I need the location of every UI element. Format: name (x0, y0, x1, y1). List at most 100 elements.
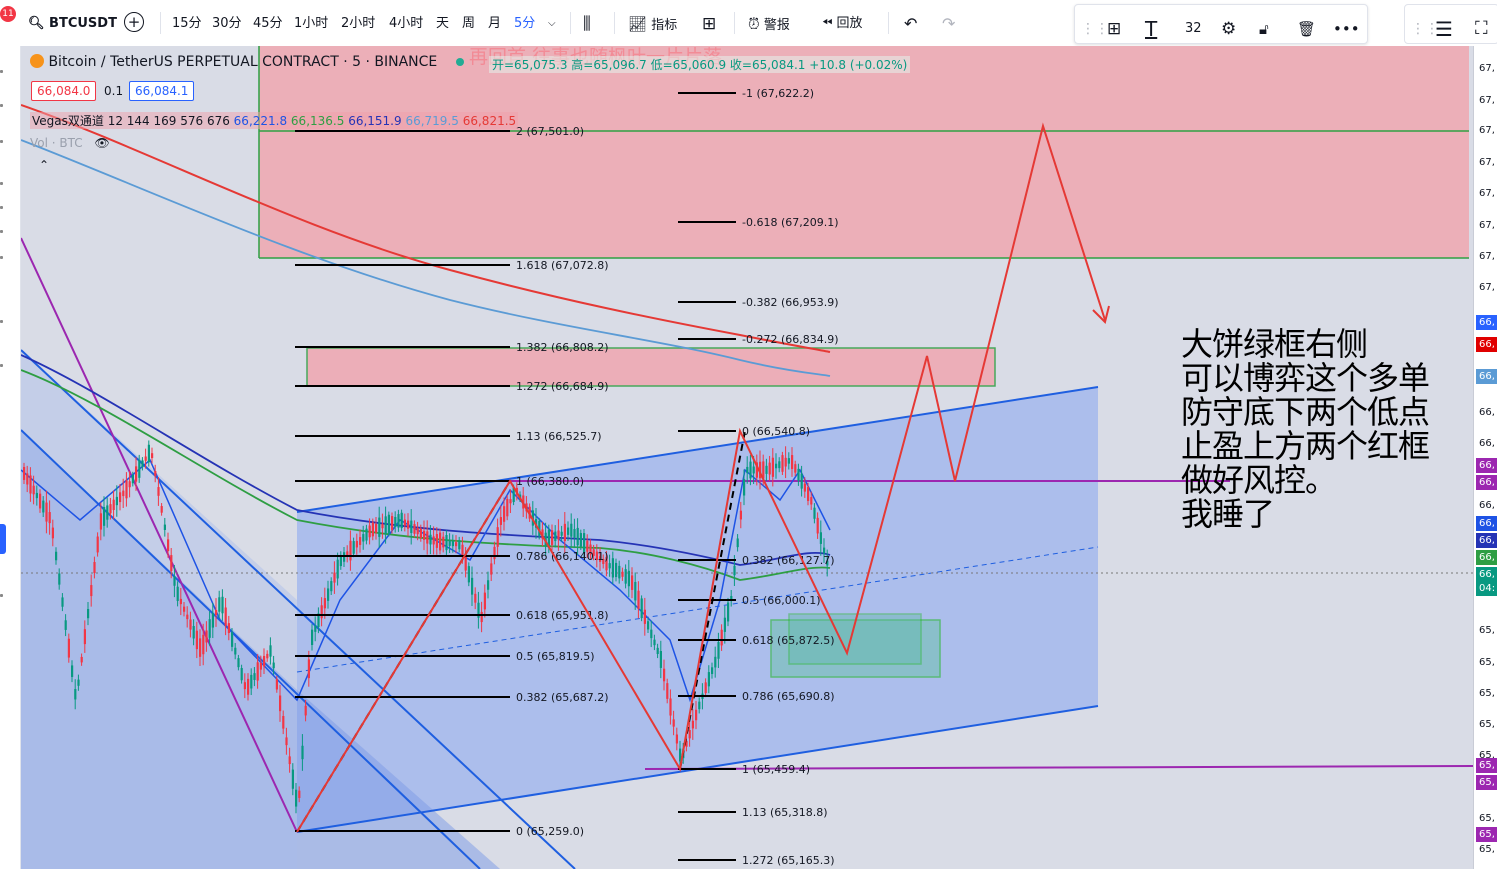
tool-icon[interactable] (0, 594, 3, 597)
upper-target-box[interactable] (259, 46, 1469, 258)
alert-button[interactable]: ⏰︎ 警报 (748, 0, 790, 46)
candle-body (557, 530, 560, 540)
candle-body (736, 538, 739, 548)
menu-icon[interactable]: ☰ (1435, 13, 1453, 43)
candle-body (96, 536, 99, 553)
tool-icon[interactable] (0, 70, 3, 73)
candle-body (461, 544, 464, 556)
symbol-search-button[interactable]: 🔍︎ BTCUSDT (28, 0, 117, 46)
interval-week[interactable]: 周 (462, 0, 475, 46)
price-tag: 65, (1476, 758, 1497, 773)
interval-2h[interactable]: 2小时 (341, 0, 375, 46)
fib-level-label: -1 (67,622.2) (742, 87, 814, 100)
tool-icon[interactable] (0, 104, 3, 107)
tool-icon[interactable] (0, 182, 3, 185)
candle-body (266, 653, 269, 659)
lock-icon[interactable]: 🔓︎ (1259, 13, 1269, 43)
candle-body (451, 541, 454, 547)
interval-30m[interactable]: 30分 (212, 0, 242, 46)
candle-body (426, 531, 429, 544)
vegas-label: Vegas双通道 12 144 169 576 676 (32, 114, 230, 128)
candle-body (259, 663, 262, 670)
price-tick: 65, (1479, 719, 1495, 730)
candle-body (608, 563, 611, 569)
candle-body (752, 466, 755, 474)
tool-icon[interactable] (0, 364, 3, 367)
price-axis[interactable]: 67, 67, 67, 67, 67, 67, 67, 67, 66, 66, 66, 65, 65, 6… (1473, 46, 1497, 869)
candle-type-button[interactable]: ⫼ (583, 0, 591, 46)
selected-tool-indicator[interactable] (0, 524, 6, 554)
candle-body (442, 536, 445, 548)
volume-legend[interactable]: Vol · BTC 👁︎ (30, 136, 110, 150)
market-status-dot (455, 58, 464, 66)
more-icon[interactable]: ••• (1333, 13, 1360, 43)
notification-badge[interactable]: 11 (0, 6, 16, 22)
fib-level-label: 2 (67,501.0) (516, 125, 584, 138)
top-toolbar: 11 🔍︎ BTCUSDT + 15分 30分 45分 1小时 2小时 4小时 … (0, 0, 1497, 47)
interval-45m[interactable]: 45分 (253, 0, 283, 46)
add-symbol-button[interactable]: + (124, 0, 144, 46)
fib-level-label: 0.618 (65,951.8) (516, 609, 609, 622)
tool-icon[interactable] (0, 320, 3, 323)
sell-price-box[interactable]: 66,084.0 (31, 81, 97, 101)
tool-icon[interactable] (0, 256, 3, 259)
indicators-button[interactable]: 📈︎ 指标 (628, 0, 677, 46)
candle-body (125, 480, 128, 499)
interval-5m-selected[interactable]: 5分 (514, 0, 535, 46)
candle-body (157, 487, 160, 496)
layouts-button[interactable]: ⊞ (702, 0, 716, 46)
vegas-indicator-legend[interactable]: Vegas双通道 12 144 169 576 676 66,221.8 66,… (30, 112, 519, 129)
redo-button[interactable]: ↷ (942, 0, 955, 46)
fib-level-label: 0.382 (65,687.2) (516, 691, 609, 704)
vegas-value: 66,821.5 (458, 114, 517, 128)
template-icon[interactable]: ⊞ (1107, 13, 1121, 43)
drag-handle-icon[interactable]: ⋮⋮ (1081, 13, 1109, 43)
interval-month[interactable]: 月 (488, 0, 501, 46)
replay-button[interactable]: ⏪︎ 回放 (822, 0, 863, 46)
undo-button[interactable]: ↶ (904, 0, 917, 46)
trash-icon[interactable]: 🗑︎ (1297, 13, 1316, 43)
candle-body (765, 465, 768, 474)
tool-icon[interactable] (0, 206, 3, 209)
candle-body (743, 479, 746, 496)
fib-level-label: 1 (66,380.0) (516, 475, 584, 488)
candle-body (637, 590, 640, 609)
candle-body (400, 512, 403, 529)
tool-icon[interactable] (0, 230, 3, 233)
candle-body (74, 689, 77, 700)
rewind-icon: ⏪︎ (822, 16, 833, 31)
interval-15m[interactable]: 15分 (172, 0, 202, 46)
candle-body (560, 531, 563, 536)
alarm-clock-icon: ⏰︎ (748, 15, 760, 33)
candle-body (419, 528, 422, 538)
candle-body (509, 499, 512, 504)
candle-body (429, 534, 432, 545)
eye-hidden-icon[interactable]: 👁︎ (94, 136, 109, 150)
candle-body (791, 455, 794, 469)
chart-pane[interactable]: 2 (67,501.0) 1.618 (67,072.8) 1.382 (66,80… (21, 46, 1473, 869)
fib-level-label: 0.382 (66,127.7) (742, 554, 835, 567)
vegas-value: 66,136.5 (287, 114, 345, 128)
fullscreen-icon[interactable]: ⛶ (1475, 13, 1488, 43)
chevron-down-icon[interactable]: ⌵ (548, 0, 556, 46)
buy-price-box[interactable]: 66,084.1 (129, 81, 195, 101)
candle-body (480, 611, 483, 623)
candle-body (551, 530, 554, 545)
vegas-value: 66,719.5 (401, 114, 459, 128)
lower-target-box[interactable] (306, 347, 996, 387)
interval-day[interactable]: 天 (436, 0, 449, 46)
interval-4h[interactable]: 4小时 (389, 0, 423, 46)
candle-body (611, 558, 614, 578)
collapse-legend-icon[interactable]: ⌃ (39, 158, 49, 172)
redo-icon: ↷ (942, 14, 956, 33)
instrument-legend[interactable]: Bitcoin / TetherUS PERPETUAL CONTRACT · … (30, 54, 464, 70)
analysis-note[interactable]: 大饼绿框右侧 可以博弈这个多单 防守底下两个低点 止盈上方两个红框 做好风控。 … (1181, 327, 1430, 531)
font-size-value[interactable]: 32 (1185, 13, 1202, 43)
fib-level-label: 0.5 (65,819.5) (516, 650, 595, 663)
tool-icon[interactable] (0, 140, 3, 143)
settings-icon[interactable]: ⚙ (1221, 13, 1236, 43)
indicators-icon: 📈︎ (628, 15, 648, 33)
interval-1h[interactable]: 1小时 (294, 0, 328, 46)
text-tool-icon[interactable]: T (1145, 13, 1157, 43)
candle-body (314, 625, 317, 632)
